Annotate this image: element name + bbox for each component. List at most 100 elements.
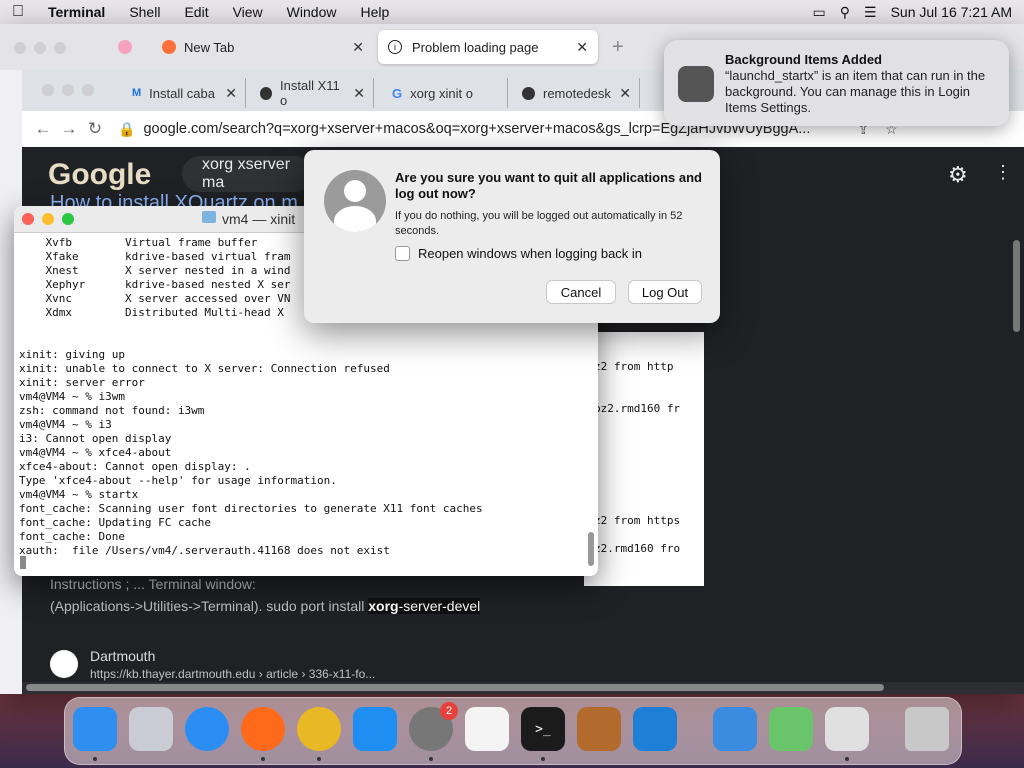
weather-icon[interactable] [713, 707, 757, 751]
folder-icon [202, 211, 216, 223]
chrome-tab-3[interactable]: G xorg xinit o [384, 78, 508, 108]
background-terminal-line [594, 458, 700, 472]
tab-label: New Tab [184, 39, 235, 55]
vertical-scrollbar-thumb[interactable] [1013, 240, 1020, 332]
google-icon: G [392, 85, 403, 101]
minimize-icon[interactable] [34, 42, 46, 54]
minimize-icon[interactable] [42, 213, 54, 225]
dartmouth-favicon [50, 650, 78, 678]
background-terminal-line: z2 from https [594, 514, 681, 527]
firefox-view-icon[interactable] [118, 40, 132, 54]
terminal-line: font_cache: Done [19, 530, 125, 543]
close-icon[interactable] [42, 84, 54, 96]
terminal-line: vm4@VM4 ~ % startx [19, 488, 139, 501]
notification-badge: 2 [440, 702, 458, 720]
lock-icon: 🔒 [118, 120, 136, 137]
checkbox-box[interactable] [395, 246, 410, 261]
menu-bar:  Terminal Shell Edit View Window Help ▭… [0, 0, 1024, 24]
maps-icon[interactable] [769, 707, 813, 751]
tab-problem-loading[interactable]: i Problem loading page ✕ [378, 30, 598, 64]
result-snippet-line2: (Applications->Utilities->Terminal). sud… [50, 598, 481, 614]
close-icon[interactable] [22, 213, 34, 225]
minimize-icon[interactable] [62, 84, 74, 96]
control-center-icon[interactable]: ☰ [864, 4, 877, 21]
site-name[interactable]: Dartmouth [90, 648, 155, 664]
chrome-tab-2[interactable]: Install X11 o ✕ [252, 78, 374, 108]
zoom-icon[interactable] [82, 84, 94, 96]
terminal-icon[interactable]: >_ [521, 707, 565, 751]
tab-label: remotedesk [543, 85, 611, 101]
running-indicator [429, 757, 433, 761]
chrome-tab-1[interactable]: M Install caba ✕ [124, 78, 246, 108]
gear-icon [678, 66, 714, 102]
close-tab-icon[interactable]: ✕ [352, 39, 364, 56]
terminal-line: vm4@VM4 ~ % i3 [19, 418, 112, 431]
finder-icon[interactable] [73, 707, 117, 751]
reopen-windows-checkbox[interactable]: Reopen windows when logging back in [395, 246, 642, 261]
terminal-line: Type 'xfce4-about --help' for usage info… [19, 474, 337, 487]
apple-menu-icon[interactable]:  [0, 3, 36, 21]
site-url[interactable]: https://kb.thayer.dartmouth.edu › articl… [90, 667, 375, 681]
safari-icon[interactable] [185, 707, 229, 751]
trash-icon[interactable] [905, 707, 949, 751]
zoom-icon[interactable] [54, 42, 66, 54]
cancel-button[interactable]: Cancel [547, 281, 615, 303]
screen-mirroring-icon[interactable]: ▭ [813, 4, 826, 21]
menu-window[interactable]: Window [275, 4, 349, 20]
background-terminal-output: z2 from http bz2.rmd160 fr z2 from https… [584, 360, 704, 556]
user-avatar-icon [324, 170, 386, 232]
close-tab-icon[interactable]: ✕ [225, 85, 237, 102]
terminal-line: xfce4-about: Cannot open display: . [19, 460, 251, 473]
zoom-icon[interactable] [62, 213, 74, 225]
running-indicator [317, 757, 321, 761]
chrome-tab-4[interactable]: remotedesk ✕ [514, 78, 640, 108]
chrome-icon[interactable] [297, 707, 341, 751]
snippet-highlight: xorg [368, 598, 399, 614]
menu-edit[interactable]: Edit [172, 4, 220, 20]
app-store-icon[interactable] [353, 707, 397, 751]
terminal-line: xauth: file /Users/vm4/.serverauth.41168… [19, 544, 390, 557]
background-terminal-line [594, 374, 700, 388]
close-tab-icon[interactable]: ✕ [353, 85, 365, 102]
checkbox-label: Reopen windows when logging back in [418, 246, 643, 261]
forward-icon[interactable]: → [56, 119, 82, 139]
menu-app-name[interactable]: Terminal [36, 4, 117, 20]
result-snippet-line1: Instructions ; ... Terminal window: [50, 576, 256, 592]
settings-gear-icon[interactable]: ⚙ [948, 162, 968, 188]
reload-icon[interactable]: ↻ [82, 119, 108, 139]
terminal-line: xinit: giving up [19, 348, 125, 361]
notification-title: Background Items Added [725, 52, 882, 67]
notification-body: “launchd_startx” is an item that can run… [725, 68, 986, 115]
background-terminal-line: z2.rmd160 fro [594, 542, 681, 555]
menu-view[interactable]: View [221, 4, 275, 20]
firefox-icon[interactable] [241, 707, 285, 751]
terminal-line: font_cache: Scanning user font directori… [19, 502, 483, 515]
back-icon[interactable]: ← [30, 119, 56, 139]
menu-help[interactable]: Help [348, 4, 401, 20]
terminal-scrollbar[interactable] [588, 532, 594, 566]
background-terminal-line [594, 416, 700, 430]
terminal-line: vm4@VM4 ~ % i3wm [19, 390, 125, 403]
clock[interactable]: Sun Jul 16 7:21 AM [891, 4, 1012, 20]
tab-new-tab[interactable]: New Tab ✕ [152, 30, 374, 64]
garageband-icon[interactable] [577, 707, 621, 751]
background-terminal-line [594, 430, 700, 444]
log-out-button[interactable]: Log Out [629, 281, 701, 303]
menu-shell[interactable]: Shell [117, 4, 172, 20]
google-search-input[interactable]: xorg xserver ma [182, 156, 312, 192]
textedit-icon[interactable] [465, 707, 509, 751]
terminal-line: xinit: unable to connect to X server: Co… [19, 362, 390, 375]
xquartz-icon[interactable] [825, 707, 869, 751]
close-tab-icon[interactable]: ✕ [576, 39, 588, 56]
close-icon[interactable] [14, 42, 26, 54]
scrollbar-thumb[interactable] [26, 684, 884, 691]
background-items-notification[interactable]: Background Items Added “launchd_startx” … [664, 40, 1009, 126]
apps-grid-icon[interactable]: ⋮ [994, 162, 1012, 183]
new-tab-button[interactable]: + [612, 36, 624, 59]
launchpad-icon[interactable] [129, 707, 173, 751]
spotlight-icon[interactable]: ⚲ [840, 4, 850, 21]
vscode-icon[interactable] [633, 707, 677, 751]
close-tab-icon[interactable]: ✕ [619, 85, 631, 102]
snippet-text: (Applications->Utilities->Terminal). sud… [50, 598, 369, 614]
google-doodle-logo[interactable]: Google [48, 158, 151, 192]
